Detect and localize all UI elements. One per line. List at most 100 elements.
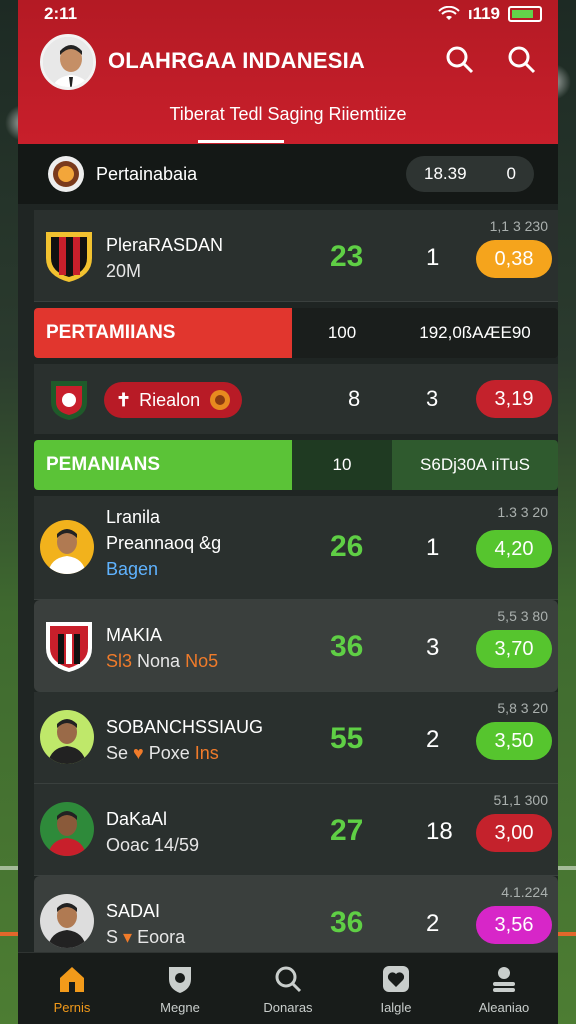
nav-item-search[interactable]: Donaras xyxy=(243,962,333,1015)
nav-item-favorites[interactable]: Ialgle xyxy=(351,962,441,1015)
team-stat: 4.1.224 xyxy=(501,884,548,900)
standings-list: PleraRASDAN 20M 23 1 1,1 3 230 0,38 PERT… xyxy=(18,204,558,968)
team-sub-a: S xyxy=(106,927,119,947)
player-name-line2: Preannaoq &g xyxy=(106,533,222,553)
section-title: PEMANIANS xyxy=(34,440,292,490)
search-icon xyxy=(275,966,302,993)
player-name: Lranila Preannaoq &g Bagen xyxy=(106,504,221,582)
section-title: PERTAMIIANS xyxy=(34,308,292,358)
team-rank: 2 xyxy=(426,726,440,753)
odds-badge[interactable]: 3,56 xyxy=(476,906,552,944)
team-rank: 1 xyxy=(426,534,440,561)
team-name-line: DaKaAl xyxy=(106,809,168,829)
table-row[interactable]: PleraRASDAN 20M 23 1 1,1 3 230 0,38 xyxy=(34,210,558,302)
tab-subtitle[interactable]: Tiberat Tedl Saging Riiemtiize xyxy=(18,104,558,125)
team-pill[interactable]: ✝ Riealon xyxy=(104,382,243,418)
team-points: 8 xyxy=(348,386,361,411)
search-icon[interactable] xyxy=(442,42,478,78)
shield-icon xyxy=(169,967,191,993)
odds-badge[interactable]: 3,70 xyxy=(476,630,552,668)
team-rank: 1 xyxy=(426,244,440,271)
battery-icon xyxy=(508,6,542,22)
player-avatar xyxy=(40,710,94,764)
app-title: OLAHRGAA INDANESIA xyxy=(108,48,366,73)
odds-badge[interactable]: 3,00 xyxy=(476,814,552,852)
team-sub-b: Poxe xyxy=(148,743,190,763)
table-row[interactable]: MAKIA Sl3 Nona No5 36 3 5,5 3 80 3,70 xyxy=(34,600,558,692)
heart-icon xyxy=(383,966,409,992)
section-header[interactable]: PERTAMIIANS 100 192,0ßAÆE90 xyxy=(34,308,558,358)
league-name: Pertainabaia xyxy=(96,163,198,184)
nav-label: Megne xyxy=(160,1000,200,1015)
team-name: DaKaAl Ooac 14/59 xyxy=(106,806,199,858)
team-rank: 3 xyxy=(426,634,440,661)
search-icon[interactable] xyxy=(504,42,540,78)
table-row[interactable]: ✝ Riealon 8 3 3,19 xyxy=(34,364,558,434)
player-avatar xyxy=(40,520,94,574)
team-name: SADAI S ▾ Eoora xyxy=(106,898,185,950)
league-bar[interactable]: Pertainabaia 18.39 0 xyxy=(18,144,558,204)
home-icon xyxy=(60,967,84,992)
team-points: 23 xyxy=(330,240,364,273)
lion-icon xyxy=(210,390,231,410)
team-sub: 20M xyxy=(106,261,142,281)
team-name: PleraRASDAN 20M xyxy=(106,232,223,284)
nav-item-home[interactable]: Pernis xyxy=(27,962,117,1015)
team-name-line: SADAI xyxy=(106,901,161,921)
player-sub: Bagen xyxy=(106,559,159,579)
team-stat: 1.3 3 20 xyxy=(497,504,548,520)
team-name: SOBANCHSSIAUG Se ♥ Poxe Ins xyxy=(106,714,263,766)
league-value: 18.39 xyxy=(424,164,467,183)
profile-icon xyxy=(493,967,515,992)
section-count: 10 xyxy=(292,440,392,490)
nav-item-profile[interactable]: Aleaniao xyxy=(459,962,549,1015)
team-rank: 2 xyxy=(426,910,440,937)
team-pill-label: Riealon xyxy=(139,389,201,410)
heart-icon: ♥ xyxy=(133,743,144,763)
team-stat: 51,1 300 xyxy=(493,792,549,808)
club-crest-icon xyxy=(46,622,92,672)
team-stat: 5,5 3 80 xyxy=(497,608,548,624)
team-points: 55 xyxy=(330,722,364,755)
table-row[interactable]: DaKaAl Ooac 14/59 27 18 51,1 300 3,00 xyxy=(34,784,558,876)
team-rank: 3 xyxy=(426,386,439,411)
nav-label: Donaras xyxy=(263,1000,313,1015)
team-points: 36 xyxy=(330,630,364,663)
player-name-line1: Lranila xyxy=(106,507,161,527)
odds-badge[interactable]: 3,50 xyxy=(476,722,552,760)
section-value: S6Dj30A ıiTuS xyxy=(392,440,558,490)
avatar[interactable] xyxy=(40,34,96,90)
nav-label: Ialgle xyxy=(380,1000,412,1015)
team-sub: Ooac 14/59 xyxy=(106,835,200,855)
team-sub-c: No5 xyxy=(185,651,219,671)
player-avatar xyxy=(40,894,94,948)
team-sub-c: Ins xyxy=(194,743,219,763)
nav-item-teams[interactable]: Megne xyxy=(135,962,225,1015)
nav-label: Aleaniao xyxy=(478,1000,530,1015)
team-points: 27 xyxy=(330,814,364,847)
team-stat: 5,8 3 20 xyxy=(497,700,548,716)
team-points: 36 xyxy=(330,906,364,939)
status-time: 2:11 xyxy=(44,4,78,23)
section-header[interactable]: PEMANIANS 10 S6Dj30A ıiTuS xyxy=(34,440,558,490)
team-sub-b: Nona xyxy=(137,651,181,671)
team-name-line: SOBANCHSSIAUG xyxy=(106,717,264,737)
table-row[interactable]: SOBANCHSSIAUG Se ♥ Poxe Ins 55 2 5,8 3 2… xyxy=(34,692,558,784)
team-points: 26 xyxy=(330,530,364,563)
league-extra: 0 xyxy=(506,164,516,183)
team-name-line: MAKIA xyxy=(106,625,163,645)
odds-badge[interactable]: 3,19 xyxy=(476,380,552,418)
header: 2:11 ı119 OLAHRGAA INDANESIA Tiberat Ted… xyxy=(18,0,558,144)
wifi-icon xyxy=(438,6,460,20)
crest-icon: ▾ xyxy=(123,927,133,947)
table-row[interactable]: Lranila Preannaoq &g Bagen 26 1 1.3 3 20… xyxy=(34,496,558,600)
club-crest-icon xyxy=(51,381,87,420)
league-value-pill[interactable]: 18.39 0 xyxy=(406,156,534,192)
tab-indicator xyxy=(198,140,284,143)
section-count: 100 xyxy=(292,308,392,358)
odds-badge[interactable]: 0,38 xyxy=(476,240,552,278)
odds-badge[interactable]: 4,20 xyxy=(476,530,552,568)
club-crest-icon xyxy=(46,232,92,282)
signal-text: ı119 xyxy=(467,4,500,23)
team-stat: 1,1 3 230 xyxy=(489,218,548,234)
